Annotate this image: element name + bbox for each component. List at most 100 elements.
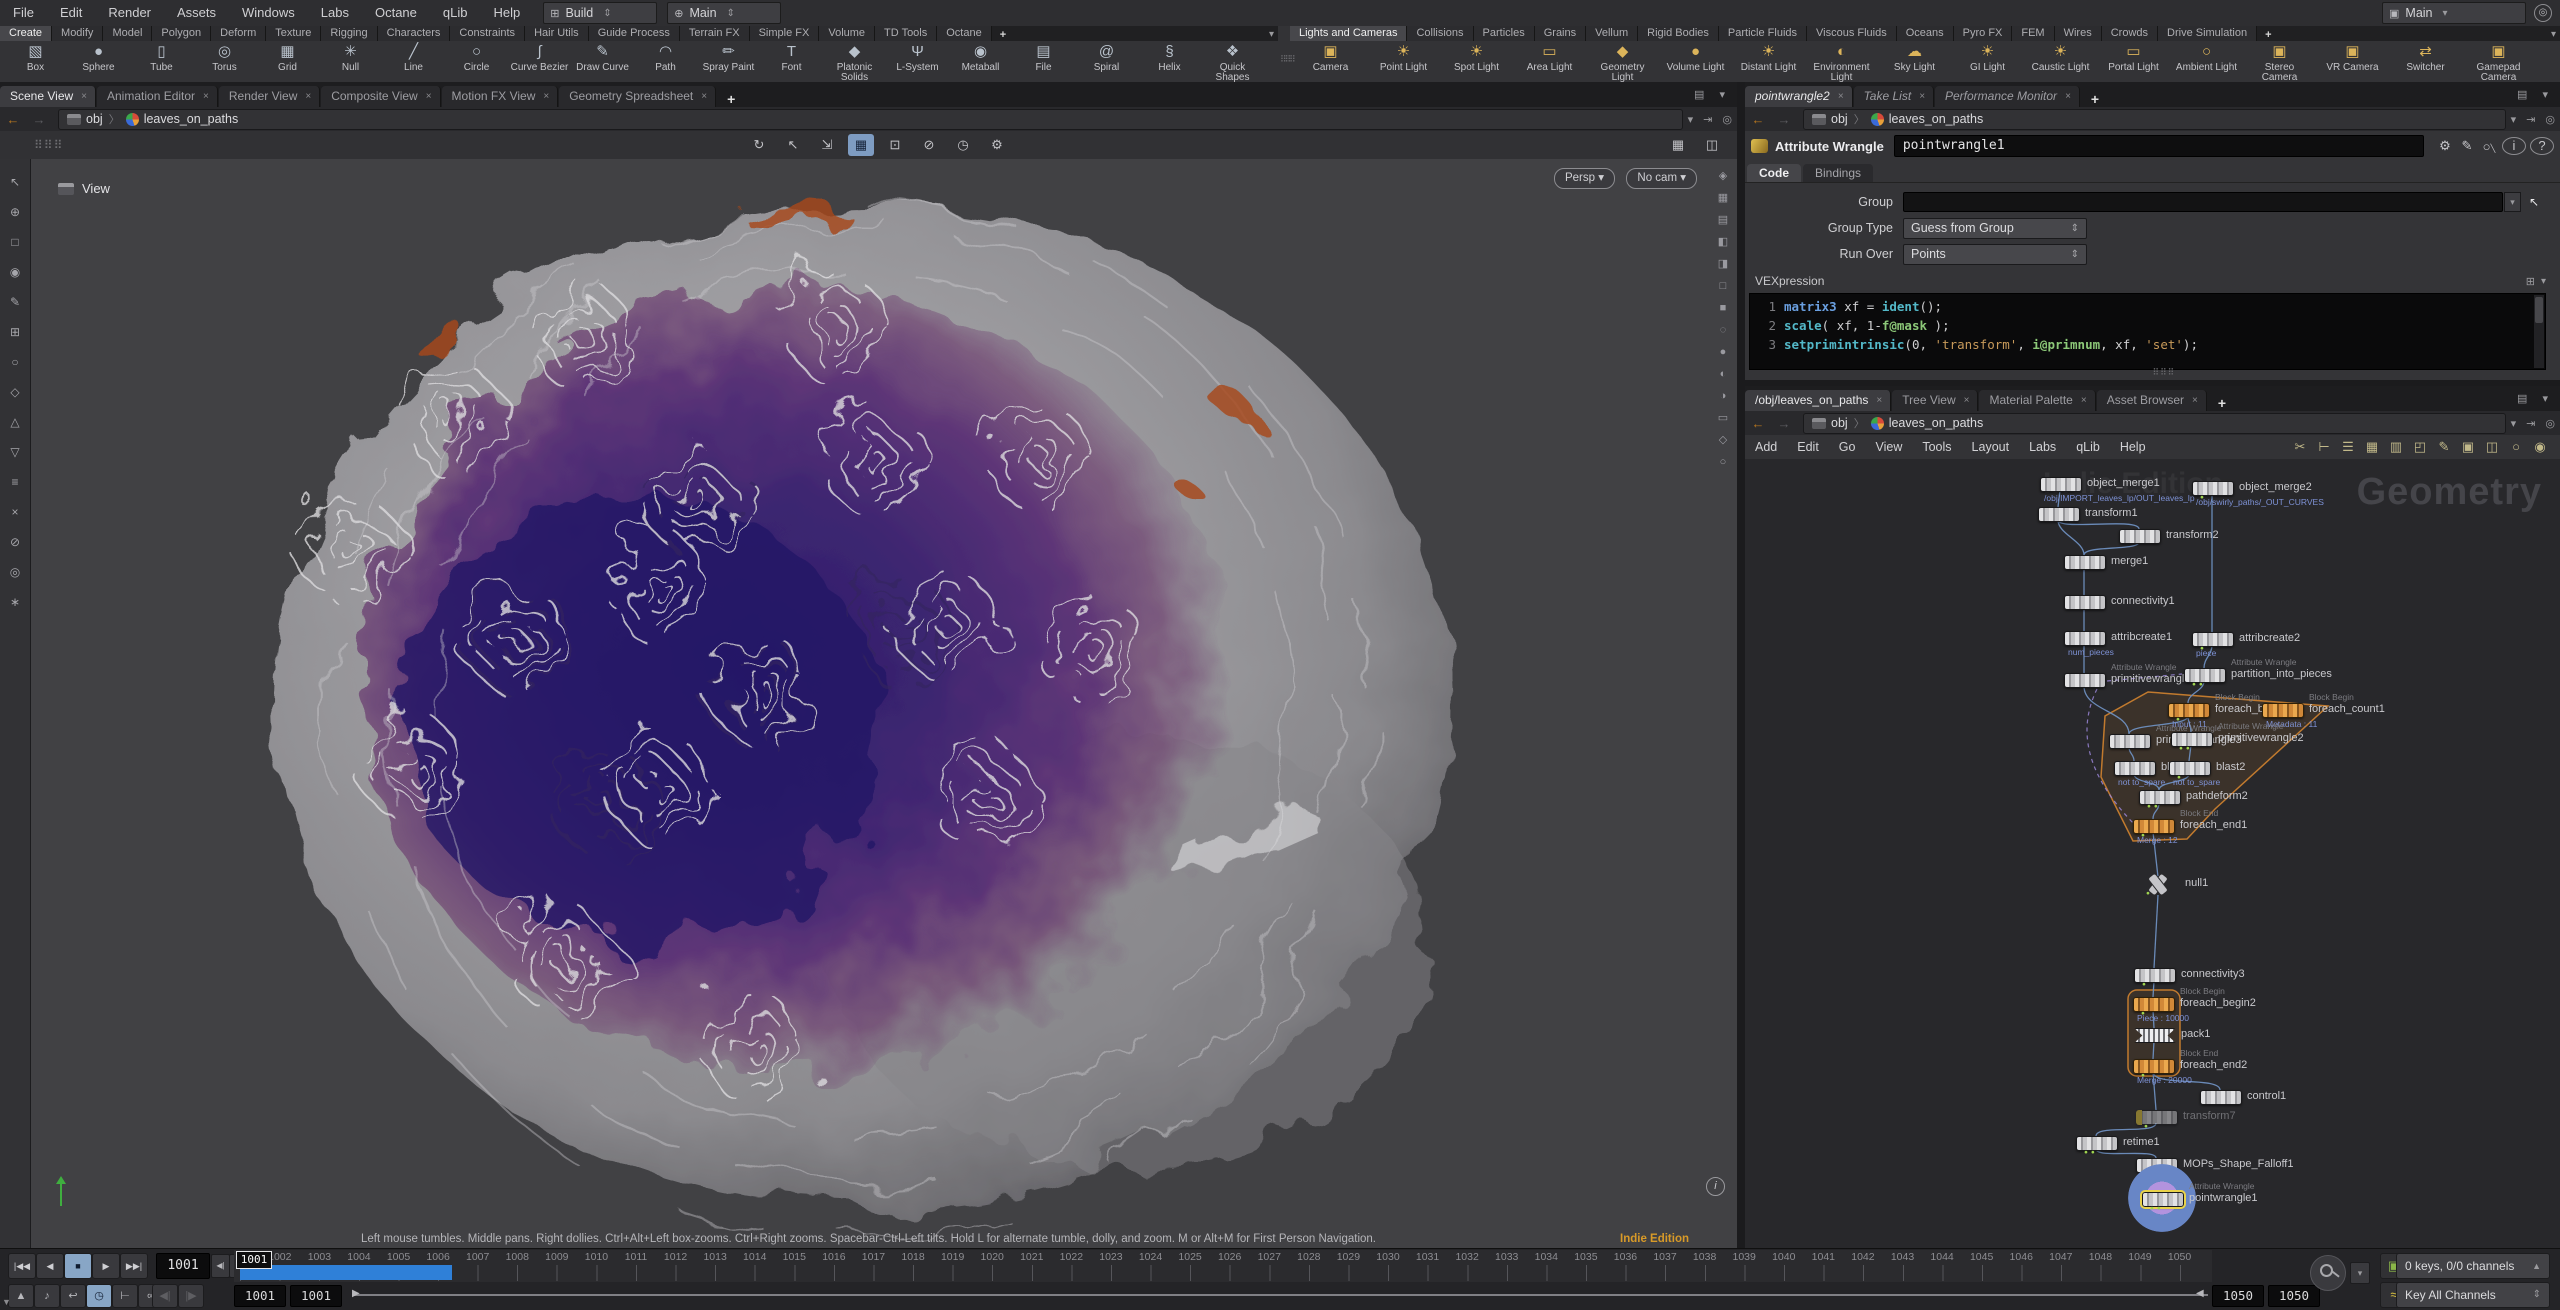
node-body[interactable] (2133, 819, 2175, 834)
close-icon[interactable]: × (1964, 395, 1970, 406)
forward-icon[interactable]: → (1776, 416, 1792, 431)
network-node[interactable]: Attribute Wrangle pointwrangle1 (2142, 1192, 2182, 1205)
node-body[interactable] (2184, 668, 2226, 683)
dropdown-icon[interactable]: ▾ (2541, 276, 2560, 287)
range-end-field2[interactable]: 1050 (2268, 1285, 2320, 1307)
network-menu-item[interactable]: View (1865, 440, 1912, 454)
shelf-tool[interactable]: ○ Ambient Light (2170, 43, 2243, 73)
network-node[interactable]: null1 (2138, 877, 2178, 890)
shelf-tab[interactable]: Terrain FX (680, 26, 750, 41)
pane-tab[interactable]: /obj/leaves_on_paths × (1745, 390, 1891, 411)
breadcrumb-root[interactable]: obj (86, 112, 103, 126)
playbar-option-button[interactable]: ⊢ (112, 1284, 138, 1308)
close-icon[interactable]: × (1876, 395, 1882, 406)
info-icon[interactable]: i (2502, 137, 2526, 155)
close-icon[interactable]: × (1919, 91, 1925, 102)
pane-tab[interactable]: Motion FX View × (442, 86, 559, 107)
shelf-tab[interactable]: Vellum (1586, 26, 1638, 41)
node-body[interactable] (2138, 877, 2178, 890)
close-icon[interactable]: × (426, 91, 432, 102)
display-option-icon[interactable]: ■ (1714, 299, 1732, 317)
dropdown-icon[interactable]: ▾ (2443, 8, 2448, 19)
breadcrumb-root[interactable]: obj (1831, 112, 1848, 126)
node-body[interactable] (2136, 1110, 2178, 1125)
shelf-tool[interactable]: ☀ Point Light (1367, 43, 1440, 73)
pane-grip-handle[interactable]: ⠿⠿⠿ (2153, 367, 2176, 378)
shelf-tool[interactable]: ▯ Tube (130, 43, 193, 73)
shelf-tool[interactable]: ▦ Grid (256, 43, 319, 73)
viewport-tool-icon[interactable]: ≡ (4, 471, 26, 493)
add-pane-tab-button[interactable]: + (717, 91, 745, 107)
close-icon[interactable]: × (1838, 91, 1844, 102)
network-menu-item[interactable]: qLib (2066, 440, 2110, 454)
breadcrumb-root[interactable]: obj (1831, 416, 1848, 430)
back-icon[interactable]: ← (1750, 112, 1766, 127)
desktop-selector[interactable]: ⊞ Build ⇕ (543, 2, 657, 24)
node-body[interactable] (2064, 555, 2106, 570)
shelf-tab[interactable]: TD Tools (875, 26, 937, 41)
viewport-tool-icon[interactable]: ◉ (4, 261, 26, 283)
editor-expand-icon[interactable]: ⊞ (2526, 275, 2541, 288)
viewport-tool-icon[interactable]: ⊘ (4, 531, 26, 553)
shelf-tab[interactable]: Pyro FX (1954, 26, 2013, 41)
node-body[interactable] (2040, 477, 2082, 492)
node-body[interactable] (2133, 1059, 2175, 1074)
close-icon[interactable]: × (203, 91, 209, 102)
viewport-tool-icon[interactable]: ⊕ (4, 201, 26, 223)
dropdown-icon[interactable]: ▾ (2511, 113, 2517, 126)
display-option-icon[interactable]: ▭ (1714, 409, 1732, 427)
help-icon[interactable]: ◎ (2534, 4, 2552, 22)
network-node[interactable]: connectivity3 (2134, 968, 2174, 981)
shelf-tool[interactable]: ☀ Distant Light (1732, 43, 1805, 73)
shelf-tab[interactable]: Hair Utils (525, 26, 589, 41)
shelf-tool[interactable]: ● Sphere (67, 43, 130, 73)
node-body[interactable] (2139, 790, 2181, 805)
display-option-icon[interactable]: ◧ (1714, 233, 1732, 251)
node-body[interactable] (2133, 997, 2175, 1012)
display-option-icon[interactable]: ◑ (1714, 387, 1732, 405)
close-icon[interactable]: × (2081, 395, 2087, 406)
range-start-field[interactable]: 1001 (234, 1285, 286, 1307)
network-toolbar-icon[interactable]: ▣ (2456, 439, 2480, 455)
playbar-option-button[interactable]: ♪ (34, 1284, 60, 1308)
rewind-button[interactable]: |◀◀ (8, 1253, 36, 1279)
param-subtab[interactable]: Bindings (1803, 164, 1873, 182)
close-icon[interactable]: × (2065, 91, 2071, 102)
display-option-icon[interactable]: ▤ (1714, 211, 1732, 229)
network-node[interactable]: transform7 (2136, 1110, 2176, 1123)
shelf-tool[interactable]: ☀ Spot Light (1440, 43, 1513, 73)
node-body[interactable] (2192, 632, 2234, 647)
network-node[interactable]: attribcreate2 piece (2192, 632, 2232, 645)
viewport-toolbar-icon[interactable]: ⚙ (984, 134, 1010, 156)
viewport-tool-icon[interactable]: × (4, 501, 26, 523)
playbar-option-button[interactable]: ↩ (60, 1284, 86, 1308)
breadcrumb[interactable]: obj 〉 leaves_on_paths (1803, 413, 2506, 434)
viewport-tool-icon[interactable]: ◎ (4, 561, 26, 583)
pane-menu-icons[interactable]: ▤ ▾ (2517, 88, 2554, 101)
shelf-tab[interactable]: Model (103, 26, 152, 41)
viewport-layout-icon[interactable]: ▦ (1665, 134, 1691, 156)
spinner-icon[interactable]: ⇕ (2071, 223, 2079, 234)
node-body[interactable] (2038, 507, 2080, 522)
desktop-selector-right[interactable]: ▣ Main ▾ (2382, 2, 2526, 24)
network-node[interactable]: control1 (2200, 1090, 2240, 1103)
menu-item[interactable]: File (0, 0, 47, 26)
shelf-tool[interactable]: Ψ L-System (886, 43, 949, 73)
network-menu-item[interactable]: Labs (2019, 440, 2066, 454)
shelf-tab[interactable]: Particle Fluids (1719, 26, 1807, 41)
scene-selector[interactable]: ⊕ Main ⇕ (667, 2, 781, 24)
stop-button[interactable]: ■ (64, 1253, 92, 1279)
dropdown-icon[interactable]: ▾ (1688, 113, 1694, 126)
pane-tab[interactable]: Asset Browser × (2097, 390, 2207, 411)
help-icon[interactable]: ? (2530, 137, 2554, 155)
forward-icon[interactable]: → (1776, 112, 1792, 127)
network-node[interactable]: attribcreate1 num_pieces (2064, 631, 2104, 644)
breadcrumb-node[interactable]: leaves_on_paths (1889, 416, 1984, 430)
shelf-tab[interactable]: Wires (2055, 26, 2102, 41)
pane-tab[interactable]: Animation Editor × (97, 86, 218, 107)
pane-tab[interactable]: Tree View × (1892, 390, 1978, 411)
network-menu-item[interactable]: Layout (1962, 440, 2020, 454)
menu-item[interactable]: Labs (308, 0, 362, 26)
network-node[interactable]: object_merge2 /obj/swirly_paths/_OUT_CUR… (2192, 481, 2232, 494)
add-pane-tab-button[interactable]: + (2208, 395, 2236, 411)
